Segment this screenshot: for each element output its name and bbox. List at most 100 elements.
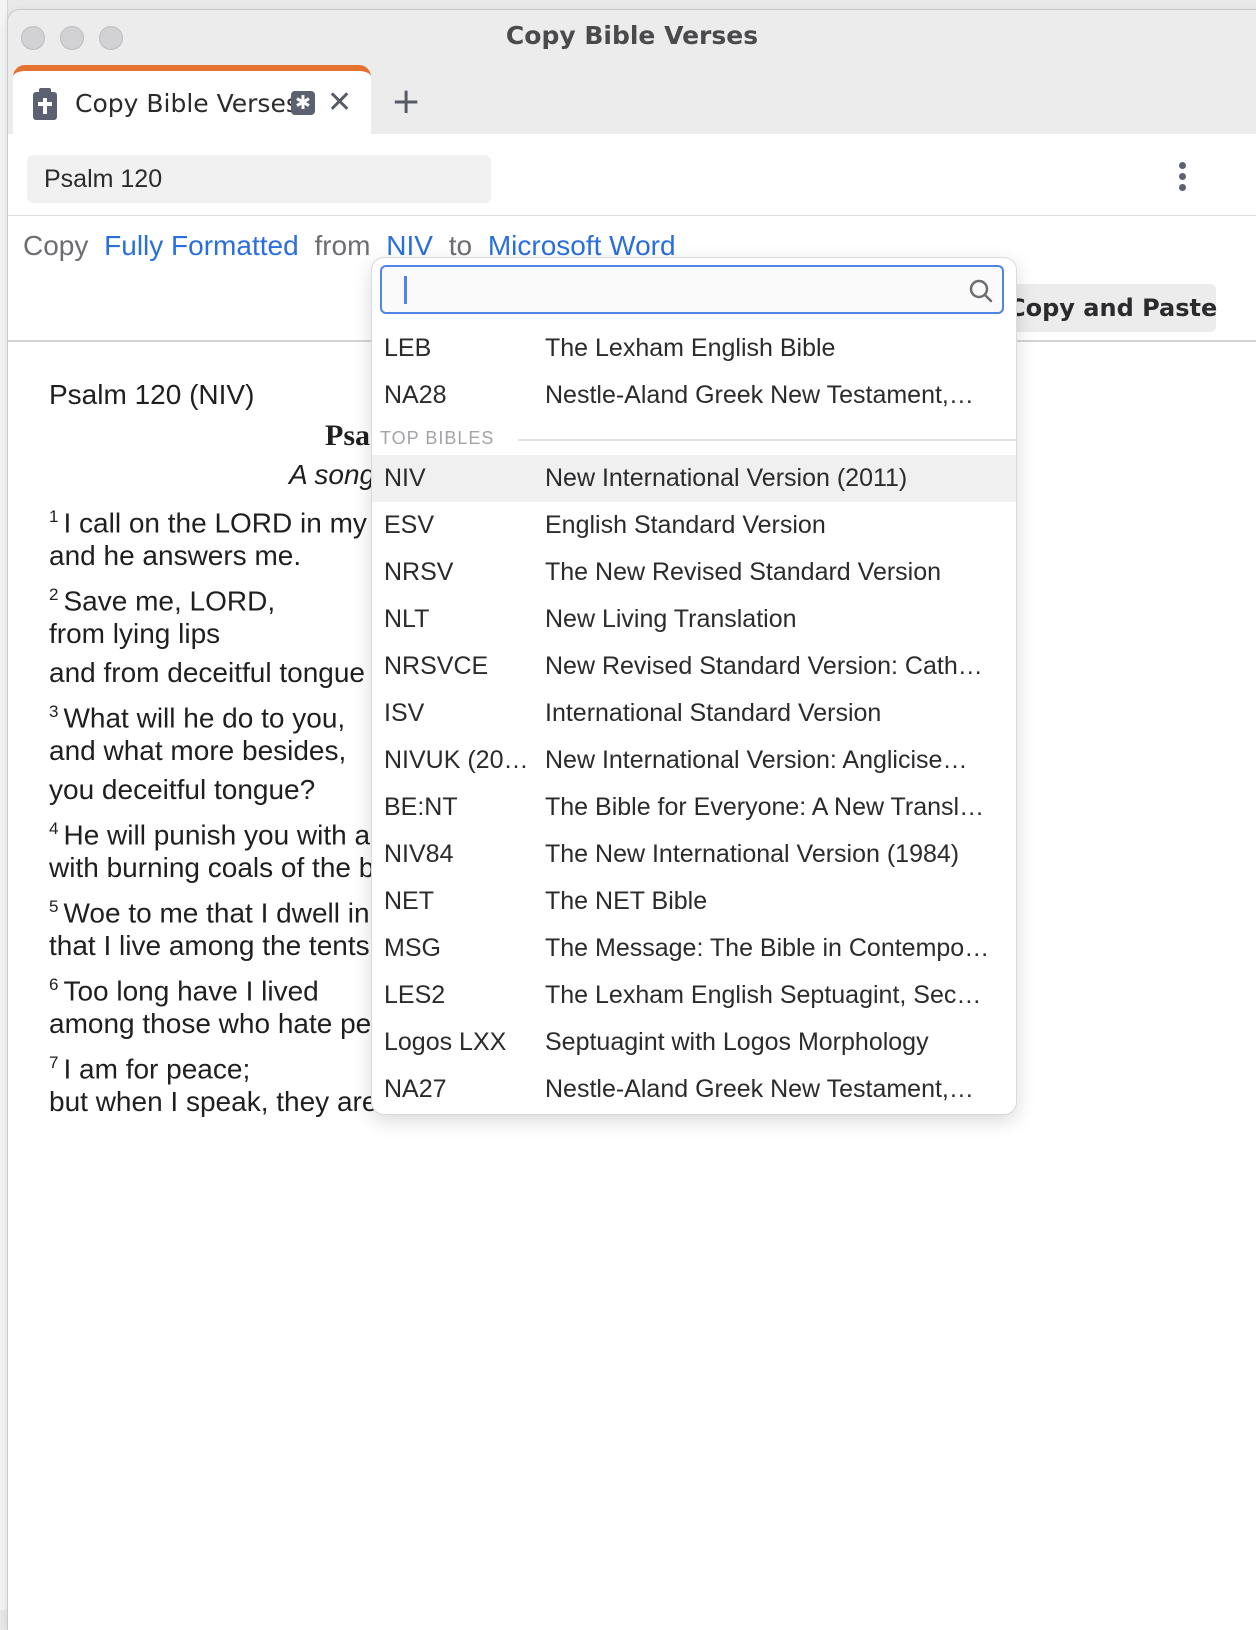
bible-title: The New Revised Standard Version: [545, 558, 942, 586]
window-title: Copy Bible Verses: [505, 21, 759, 50]
add-tab-button[interactable]: +: [391, 81, 421, 122]
verse-number: 5: [49, 897, 59, 916]
verse-text: He will punish you with a: [63, 819, 371, 851]
verse-text: from lying lips: [49, 618, 221, 649]
verse-line: but when I speak, they are: [49, 1082, 390, 1121]
bible-abbreviation: NET: [384, 887, 434, 915]
verse-line: and what more besides,: [49, 731, 390, 770]
section-divider: [518, 439, 1016, 441]
bible-option[interactable]: ISV International Standard Version: [372, 690, 1016, 737]
bible-abbreviation: LEB: [384, 334, 432, 362]
verse-line: 4 He will punish you with a: [49, 809, 390, 851]
verse-line: 2 Save me, LORD,: [49, 575, 390, 617]
bible-title: English Standard Version: [545, 511, 826, 539]
verse-line: 3 What will he do to you,: [49, 692, 390, 734]
bible-option[interactable]: NET The NET Bible: [372, 878, 1016, 925]
background-window-edge: [0, 0, 8, 1610]
copy-word: Copy: [23, 230, 89, 261]
bible-abbreviation: NRSVCE: [384, 652, 489, 680]
verse-number: 7: [49, 1053, 59, 1072]
verse-number: 1: [49, 507, 59, 526]
bible-title: The Lexham English Bible: [545, 334, 836, 362]
bible-abbreviation: ESV: [384, 511, 435, 539]
bible-abbreviation: NA27: [384, 1075, 447, 1103]
bible-option[interactable]: NRSVCE New Revised Standard Version: Cath…: [372, 643, 1016, 690]
bible-option[interactable]: LEB The Lexham English Bible: [372, 325, 1016, 372]
bible-selector-link[interactable]: NIV: [386, 230, 433, 261]
bible-abbreviation: NA28: [384, 381, 447, 409]
bible-option[interactable]: Logos LXX Septuagint with Logos Morpholog…: [372, 1019, 1016, 1066]
verse-line: 6 Too long have I lived: [49, 965, 390, 1007]
bible-option[interactable]: NRSV The New Revised Standard Version: [372, 549, 1016, 596]
divider: [8, 215, 1256, 216]
bible-option[interactable]: LES2 The Lexham English Septuagint, Sec…: [372, 972, 1016, 1019]
verse-text: Too long have I lived: [63, 975, 319, 1007]
bible-option[interactable]: NIV New International Version (2011): [372, 455, 1016, 502]
from-word: from: [314, 230, 371, 261]
verse-text: Save me, LORD,: [63, 585, 276, 617]
verse-text: that I live among the tents: [49, 930, 370, 961]
verse-text: Woe to me that I dwell in: [63, 897, 370, 929]
top-bibles-section-header: TOP BIBLES: [372, 419, 1016, 455]
bible-abbreviation: BE:NT: [384, 793, 458, 821]
bible-title: Nestle-Aland Greek New Testament,…: [545, 381, 974, 409]
bible-option[interactable]: NLT New Living Translation: [372, 596, 1016, 643]
verse-line: that I live among the tents: [49, 926, 390, 965]
bible-option[interactable]: NA28 Nestle-Aland Greek New Testament,…: [372, 372, 1016, 419]
reference-input[interactable]: [27, 155, 491, 203]
verse-text: What will he do to you,: [63, 702, 346, 734]
bible-option[interactable]: ESV English Standard Version: [372, 502, 1016, 549]
verse-text: you deceitful tongue?: [49, 774, 316, 805]
bible-abbreviation: ISV: [384, 699, 425, 727]
verse-number: 4: [49, 819, 59, 838]
bible-option[interactable]: NA27 Nestle-Aland Greek New Testament,…: [372, 1066, 1016, 1113]
copy-and-paste-button[interactable]: Copy and Paste: [1008, 284, 1217, 332]
bible-title: The Bible for Everyone: A New Transl…: [545, 793, 985, 821]
target-selector-link[interactable]: Microsoft Word: [488, 230, 676, 261]
bible-title: The Message: The Bible in Contempo…: [545, 934, 990, 962]
verse-text: and he answers me.: [49, 540, 302, 571]
bible-search-field[interactable]: [380, 265, 1004, 314]
verse-line: you deceitful tongue?: [49, 770, 390, 809]
bible-title: The New International Version (1984): [545, 840, 960, 868]
verse-number: 3: [49, 702, 59, 721]
bible-abbreviation: LES2: [384, 981, 446, 1009]
bible-title: New International Version (2011): [545, 464, 908, 492]
bible-title: New Living Translation: [545, 605, 797, 633]
verse-line: and he answers me.: [49, 536, 390, 575]
bible-abbreviation: NLT: [384, 605, 430, 633]
tab-close-icon[interactable]: ✕: [327, 85, 352, 120]
verse-text: I am for peace;: [63, 1053, 251, 1085]
bible-option[interactable]: MSG The Message: The Bible in Contempo…: [372, 925, 1016, 972]
bible-title: New Revised Standard Version: Cath…: [545, 652, 983, 680]
tab-label: Copy Bible Verses: [75, 89, 299, 118]
preview-subtitle: A song: [289, 459, 376, 490]
section-label: TOP BIBLES: [380, 428, 507, 449]
more-options-icon[interactable]: [1176, 162, 1188, 198]
pin-star-icon[interactable]: ✱: [291, 91, 315, 115]
verse-list: 1I call on the LORD in my d and he answer…: [49, 497, 390, 1121]
bible-title: Nestle-Aland Greek New Testament,…: [545, 1075, 974, 1103]
bible-option[interactable]: NIVUK (20… New International Version: Ang…: [372, 737, 1016, 784]
title-bar: Copy Bible Verses Copy Bible Verses ✱ ✕ …: [8, 10, 1256, 135]
verse-text: but when I speak, they are: [49, 1086, 378, 1117]
bible-title: The Lexham English Septuagint, Sec…: [545, 981, 982, 1009]
verse-line: 5 Woe to me that I dwell in: [49, 887, 390, 929]
format-selector-link[interactable]: Fully Formatted: [104, 230, 299, 261]
bible-title: International Standard Version: [545, 699, 882, 727]
tab-copy-bible-verses[interactable]: Copy Bible Verses ✱ ✕: [13, 65, 371, 135]
verse-line: from lying lips: [49, 614, 390, 653]
verse-line: among those who hate pe: [49, 1004, 390, 1043]
bible-option[interactable]: BE:NT The Bible for Everyone: A New Trans…: [372, 784, 1016, 831]
verse-line: 1I call on the LORD in my d: [49, 497, 390, 538]
bible-abbreviation: Logos LXX: [384, 1028, 507, 1056]
bible-list: LEB The Lexham English Bible NA28 Nestle-Al…: [372, 325, 1016, 1113]
bible-option[interactable]: NIV84 The New International Version (1984…: [372, 831, 1016, 878]
verse-number: 2: [49, 585, 59, 604]
search-icon: [968, 278, 994, 308]
bible-title: The NET Bible: [545, 887, 708, 915]
verse-line: 7I am for peace;: [49, 1043, 390, 1085]
text-cursor: [404, 276, 407, 304]
bible-abbreviation: NRSV: [384, 558, 454, 586]
verse-text: with burning coals of the b: [49, 852, 375, 883]
